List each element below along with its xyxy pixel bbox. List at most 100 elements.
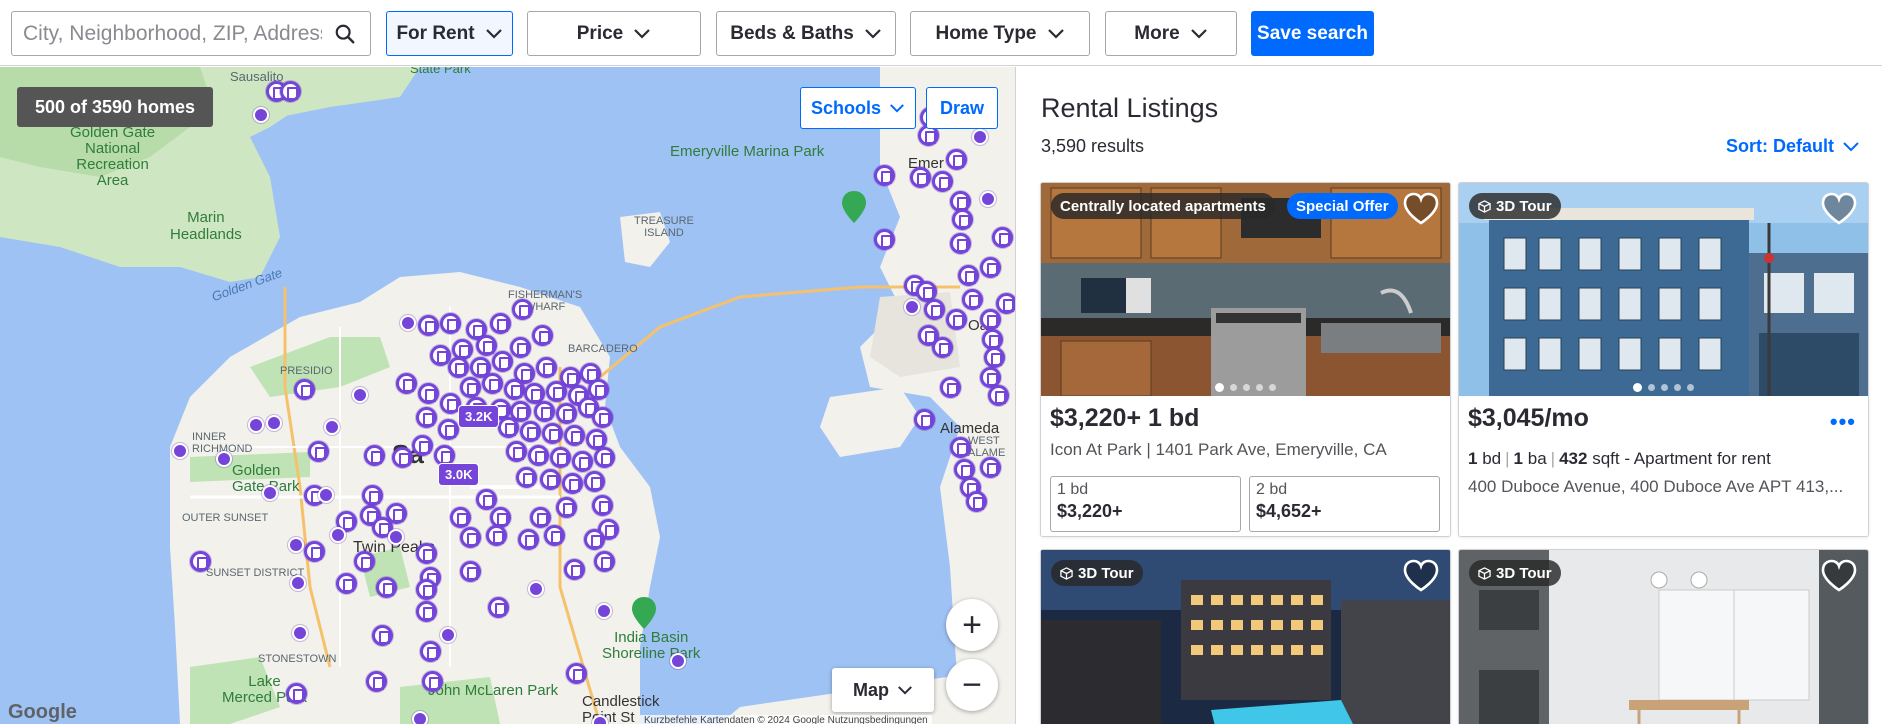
listing-marker[interactable] [422, 671, 443, 692]
listing-marker[interactable] [556, 497, 577, 518]
listing-marker[interactable] [416, 407, 437, 428]
map[interactable]: Sausalito State Park Golden Gate Nationa… [0, 67, 1016, 724]
listing-marker[interactable] [506, 441, 527, 462]
listing-marker[interactable] [460, 561, 481, 582]
listing-marker[interactable] [308, 441, 329, 462]
for-rent-filter-button[interactable]: For Rent [386, 11, 513, 56]
listing-marker[interactable] [562, 473, 583, 494]
save-search-button[interactable]: Save search [1251, 11, 1374, 56]
listing-marker[interactable] [386, 503, 407, 524]
listing-marker[interactable] [592, 407, 613, 428]
listing-marker[interactable] [512, 299, 533, 320]
listing-marker[interactable] [520, 421, 541, 442]
listing-marker[interactable] [288, 537, 304, 553]
listing-marker[interactable] [504, 379, 525, 400]
listing-marker[interactable] [564, 425, 585, 446]
listing-marker[interactable] [492, 351, 513, 372]
heart-icon[interactable] [1820, 558, 1858, 594]
search-icon[interactable] [334, 23, 356, 45]
listing-marker[interactable] [330, 527, 346, 543]
listing-marker[interactable] [362, 485, 383, 506]
listing-photo[interactable]: 3D Tour [1041, 550, 1450, 724]
search-input[interactable] [12, 21, 322, 46]
listing-marker[interactable] [540, 469, 561, 490]
listing-marker[interactable] [596, 603, 612, 619]
listing-marker[interactable] [910, 167, 931, 188]
listing-marker[interactable] [980, 457, 1001, 478]
unit-option[interactable]: 2 bd $4,652+ [1249, 476, 1440, 532]
draw-button[interactable]: Draw [926, 87, 998, 129]
listing-card[interactable]: 3D Tour $3,045/mo ••• 1 bd | 1 ba | 432 sqft… [1458, 182, 1869, 537]
listing-marker[interactable] [266, 415, 282, 431]
listing-marker[interactable] [534, 401, 555, 422]
listing-marker[interactable] [286, 683, 307, 704]
listing-marker[interactable] [262, 485, 278, 501]
listing-marker[interactable] [988, 385, 1009, 406]
sort-dropdown[interactable]: Sort: Default [1726, 136, 1860, 157]
listing-marker[interactable] [984, 347, 1005, 368]
listing-marker[interactable] [962, 289, 983, 310]
photo-carousel-dots[interactable] [1459, 383, 1868, 392]
listing-marker[interactable] [418, 315, 439, 336]
more-filter-button[interactable]: More [1105, 11, 1237, 56]
listing-marker[interactable] [396, 373, 417, 394]
listing-marker[interactable] [950, 437, 971, 458]
listing-marker[interactable] [996, 293, 1015, 314]
listing-marker[interactable] [366, 671, 387, 692]
listing-marker[interactable] [438, 419, 459, 440]
listing-marker[interactable] [966, 491, 987, 512]
listing-marker[interactable] [416, 543, 437, 564]
listing-marker[interactable] [518, 529, 539, 550]
listing-photo[interactable]: 3D Tour [1459, 183, 1868, 396]
listing-marker[interactable] [594, 447, 615, 468]
listing-marker[interactable] [440, 313, 461, 334]
listing-marker[interactable] [904, 299, 920, 315]
listing-marker[interactable] [324, 419, 340, 435]
listing-marker[interactable] [190, 551, 211, 572]
listing-marker[interactable] [594, 551, 615, 572]
listing-marker[interactable] [336, 573, 357, 594]
zoom-out-button[interactable]: − [946, 659, 998, 711]
listing-marker[interactable] [412, 435, 433, 456]
listing-marker[interactable] [248, 417, 264, 433]
listing-marker[interactable] [352, 387, 368, 403]
listing-marker[interactable] [946, 309, 967, 330]
listing-marker[interactable] [290, 575, 306, 591]
listing-marker[interactable] [172, 443, 188, 459]
listing-marker[interactable] [544, 525, 565, 546]
listing-card[interactable]: 3D Tour [1458, 549, 1869, 724]
listing-marker[interactable] [592, 495, 613, 516]
listing-marker[interactable] [584, 529, 605, 550]
listing-marker[interactable] [420, 641, 441, 662]
listing-marker[interactable] [914, 409, 935, 430]
listing-photo[interactable]: 3D Tour [1459, 550, 1868, 724]
listing-marker[interactable] [550, 447, 571, 468]
listing-marker[interactable] [412, 711, 428, 724]
map-cluster-marker[interactable]: 3.2K [458, 405, 500, 428]
listing-marker[interactable] [460, 377, 481, 398]
listing-photo[interactable]: Centrally located apartments Special Off… [1041, 183, 1450, 396]
photo-carousel-dots[interactable] [1041, 383, 1450, 392]
listing-marker[interactable] [292, 625, 308, 641]
listing-marker[interactable] [670, 653, 686, 669]
listing-marker[interactable] [950, 233, 971, 254]
listing-marker[interactable] [874, 165, 895, 186]
listing-marker[interactable] [460, 527, 481, 548]
listing-marker[interactable] [940, 377, 961, 398]
listing-marker[interactable] [364, 445, 385, 466]
listing-marker[interactable] [536, 357, 557, 378]
listing-marker[interactable] [450, 507, 471, 528]
listing-marker[interactable] [980, 191, 996, 207]
heart-icon[interactable] [1402, 558, 1440, 594]
listing-marker[interactable] [482, 373, 503, 394]
listing-marker[interactable] [304, 541, 325, 562]
listing-marker[interactable] [516, 467, 537, 488]
map-attribution[interactable]: Kurzbefehle Kartendaten © 2024 Google Nu… [640, 715, 932, 724]
listing-marker[interactable] [584, 471, 605, 492]
listing-marker[interactable] [448, 357, 469, 378]
map-cluster-marker[interactable]: 3.0K [438, 463, 480, 486]
listing-marker[interactable] [566, 663, 587, 684]
listing-marker[interactable] [592, 715, 608, 724]
listing-card[interactable]: 3D Tour [1040, 549, 1451, 724]
listing-marker[interactable] [572, 451, 593, 472]
